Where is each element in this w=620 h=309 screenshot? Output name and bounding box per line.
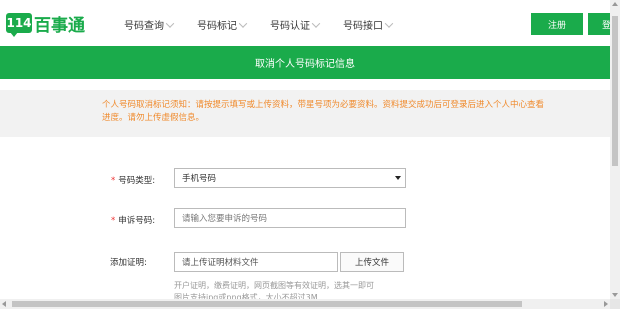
logo-text: 百事通 <box>34 15 85 36</box>
upload-file-button[interactable]: 上传文件 <box>340 252 404 272</box>
page-title-bar: 取消个人号码标记信息 <box>0 46 610 79</box>
main-nav: 号码查询 号码标记 号码认证 号码接口 <box>124 17 416 32</box>
horizontal-scrollbar[interactable] <box>0 299 610 309</box>
evidence-file-field[interactable]: 请上传证明材料文件 <box>174 252 338 272</box>
header: 114 百事通 号码查询 号码标记 号码认证 号码接口 注册 登 <box>0 0 618 46</box>
vertical-scrollbar[interactable] <box>610 0 620 299</box>
nav-item-number-api[interactable]: 号码接口 <box>343 17 394 32</box>
number-type-label: * 号码类型: <box>111 174 155 186</box>
vertical-scroll-thumb[interactable] <box>612 16 618 166</box>
scroll-left-icon[interactable] <box>2 301 6 307</box>
logo[interactable]: 114 百事通 <box>6 12 85 37</box>
chevron-down-icon <box>238 18 248 28</box>
number-type-value: 手机号码 <box>182 174 217 184</box>
chevron-down-icon <box>384 18 394 28</box>
number-type-label-text: 号码类型: <box>118 176 156 186</box>
evidence-file-placeholder: 请上传证明材料文件 <box>182 258 259 268</box>
nav-item-number-query[interactable]: 号码查询 <box>124 17 175 32</box>
nav-item-label: 号码查询 <box>124 21 164 32</box>
evidence-label-text: 添加证明: <box>110 258 147 268</box>
nav-item-label: 号码标记 <box>197 21 237 32</box>
logo-mark: 114 <box>6 13 32 37</box>
evidence-hint-line1: 开户证明，缴费证明，网页截图等有效证明，选其一即可 <box>174 281 374 290</box>
dropdown-arrow-icon <box>395 176 401 180</box>
scrollbar-corner <box>610 299 620 309</box>
nav-item-label: 号码认证 <box>270 21 310 32</box>
nav-item-number-auth[interactable]: 号码认证 <box>270 17 321 32</box>
scroll-up-icon[interactable] <box>612 2 618 6</box>
scroll-down-icon[interactable] <box>612 293 618 297</box>
appeal-number-input[interactable]: 请输入您要申诉的号码 <box>174 208 406 228</box>
notice-box: 个人号码取消标记须知：请按提示填写或上传资料，带星号项为必要资料。资料提交成功后… <box>0 90 610 137</box>
appeal-number-label-text: 申诉号码: <box>118 216 156 226</box>
appeal-number-placeholder: 请输入您要申诉的号码 <box>182 214 268 224</box>
chevron-down-icon <box>311 18 321 28</box>
nav-item-label: 号码接口 <box>343 21 383 32</box>
chevron-down-icon <box>165 18 175 28</box>
required-mark: * <box>111 176 116 186</box>
number-type-select[interactable]: 手机号码 <box>174 168 406 188</box>
appeal-number-label: * 申诉号码: <box>111 214 155 226</box>
notice-text: 个人号码取消标记须知：请按提示填写或上传资料，带星号项为必要资料。资料提交成功后… <box>102 100 545 123</box>
evidence-label: 添加证明: <box>110 256 147 268</box>
nav-item-number-mark[interactable]: 号码标记 <box>197 17 248 32</box>
scroll-right-icon[interactable] <box>604 301 608 307</box>
required-mark: * <box>111 216 116 226</box>
register-button[interactable]: 注册 <box>531 13 583 35</box>
page-title: 取消个人号码标记信息 <box>255 59 355 70</box>
horizontal-scroll-thumb[interactable] <box>12 301 522 307</box>
